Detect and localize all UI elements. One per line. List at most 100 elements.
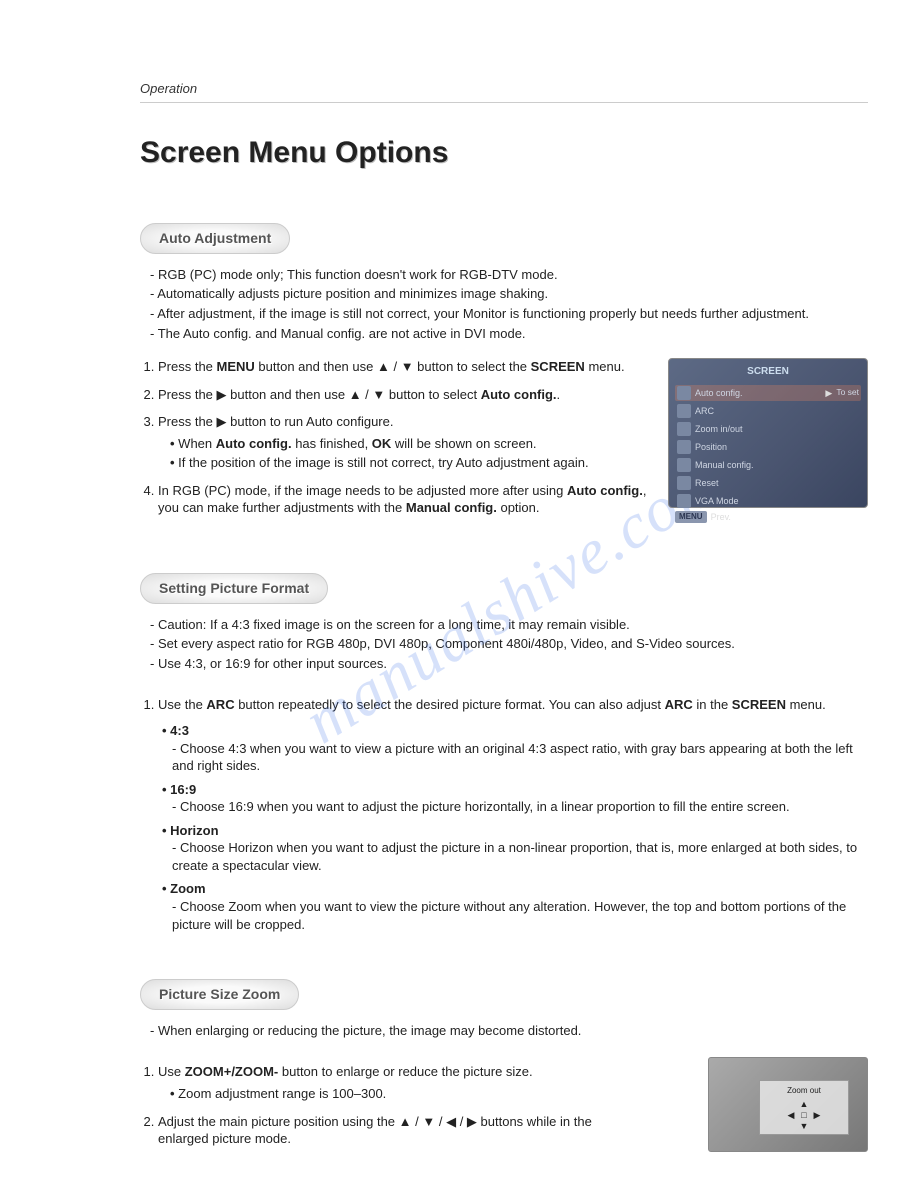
text: When — [178, 436, 216, 451]
text: button to run Auto configure. — [227, 414, 394, 429]
osd-menu-right: To set — [836, 387, 859, 398]
menu-item-icon — [677, 404, 691, 418]
right-icon: ▶ — [217, 387, 227, 402]
osd-menu-item: ARC — [675, 403, 861, 419]
text: Use the — [158, 697, 206, 712]
option-heading: Zoom — [162, 880, 868, 898]
menu-item-icon — [677, 458, 691, 472]
zoom-screenshot: Zoom out ▲ ◀□▶ ▼ — [708, 1057, 868, 1152]
osd-menu-label: ARC — [695, 405, 859, 417]
list-item: Use the ARC button repeatedly to select … — [158, 696, 868, 933]
text: in the — [693, 697, 732, 712]
right-icon: ▶ — [217, 414, 227, 429]
menu-item-icon — [677, 494, 691, 508]
list-item: The Auto config. and Manual config. are … — [150, 325, 868, 343]
list-item: In RGB (PC) mode, if the image needs to … — [158, 482, 650, 517]
section-picture-size-zoom: Picture Size Zoom When enlarging or redu… — [140, 979, 868, 1148]
zoom-overlay: Zoom out ▲ ◀□▶ ▼ — [759, 1080, 849, 1135]
text: button repeatedly to select the desired … — [235, 697, 665, 712]
list-item: Automatically adjusts picture position a… — [150, 285, 868, 303]
option-desc: Choose Horizon when you want to adjust t… — [162, 839, 868, 874]
text: Press the — [158, 414, 217, 429]
list-item: When Auto config. has finished, OK will … — [170, 435, 650, 453]
text: SCREEN — [531, 359, 585, 374]
osd-menu-item: Manual config. — [675, 457, 861, 473]
text: button to enlarge or reduce the picture … — [278, 1064, 532, 1079]
osd-menu-label: VGA Mode — [695, 495, 859, 507]
text: Auto config. — [216, 436, 292, 451]
fmt-steps: Use the ARC button repeatedly to select … — [140, 696, 868, 933]
text: . — [557, 387, 561, 402]
section-heading: Auto Adjustment — [140, 223, 290, 254]
osd-menu-footer-label: Prev. — [711, 511, 731, 523]
text: ZOOM+/ZOOM- — [185, 1064, 279, 1079]
menu-item-icon — [677, 422, 691, 436]
left-icon: ◀ — [785, 1109, 797, 1119]
section-picture-format: Setting Picture Format Caution: If a 4:3… — [140, 573, 868, 933]
text: Manual config. — [406, 500, 497, 515]
section-heading: Picture Size Zoom — [140, 979, 299, 1010]
zoom-notes-list: When enlarging or reducing the picture, … — [140, 1022, 868, 1040]
down-icon: ▼ — [401, 359, 414, 374]
osd-menu-screenshot: SCREEN Auto config. ▶ To set ARC Zoom in… — [668, 358, 868, 508]
auto-steps: Press the MENU button and then use ▲ / ▼… — [140, 358, 650, 517]
text: Use — [158, 1064, 185, 1079]
sub-list: When Auto config. has finished, OK will … — [158, 435, 650, 472]
list-item: Use ZOOM+/ZOOM- button to enlarge or red… — [158, 1063, 640, 1102]
osd-menu-label: Reset — [695, 477, 859, 489]
fmt-notes-list: Caution: If a 4:3 fixed image is on the … — [140, 616, 868, 673]
osd-menu-item: Auto config. ▶ To set — [675, 385, 861, 401]
text: In RGB (PC) mode, if the image needs to … — [158, 483, 567, 498]
text: Adjust the main picture position using t… — [158, 1114, 399, 1129]
up-icon: ▲ — [377, 359, 390, 374]
list-item: Press the MENU button and then use ▲ / ▼… — [158, 358, 650, 376]
text: button and then use — [227, 387, 349, 402]
osd-menu-label: Zoom in/out — [695, 423, 859, 435]
osd-menu-item: Reset — [675, 475, 861, 491]
section-auto-adjustment: Auto Adjustment RGB (PC) mode only; This… — [140, 223, 868, 527]
option-desc: Choose 4:3 when you want to view a pictu… — [162, 740, 868, 775]
text: button to select — [385, 387, 480, 402]
option-heading: 16:9 — [162, 781, 868, 799]
text: menu. — [786, 697, 826, 712]
up-icon: ▲ — [798, 1098, 810, 1108]
text: Press the — [158, 387, 217, 402]
zoom-steps: Use ZOOM+/ZOOM- button to enlarge or red… — [140, 1063, 640, 1147]
text: Auto config. — [481, 387, 557, 402]
list-item: Set every aspect ratio for RGB 480p, DVI… — [150, 635, 868, 653]
text: button and then use — [255, 359, 377, 374]
up-icon: ▲ — [399, 1114, 412, 1129]
up-icon: ▲ — [349, 387, 362, 402]
osd-menu-item: Position — [675, 439, 861, 455]
text: Press the — [158, 359, 217, 374]
text: OK — [372, 436, 392, 451]
text: ARC — [206, 697, 234, 712]
osd-menu-footer: MENU Prev. — [675, 511, 861, 524]
sub-list: Zoom adjustment range is 100–300. — [158, 1085, 640, 1103]
list-item: Press the ▶ button and then use ▲ / ▼ bu… — [158, 386, 650, 404]
list-item: Caution: If a 4:3 fixed image is on the … — [150, 616, 868, 634]
osd-menu-footer-button: MENU — [675, 511, 707, 524]
option-heading: 4:3 — [162, 722, 868, 740]
down-icon: ▼ — [798, 1120, 810, 1130]
option-heading: Horizon — [162, 822, 868, 840]
text: MENU — [217, 359, 255, 374]
text: has finished, — [292, 436, 372, 451]
osd-menu-header: SCREEN — [675, 365, 861, 379]
text: option. — [497, 500, 540, 515]
auto-notes-list: RGB (PC) mode only; This function doesn'… — [140, 266, 868, 342]
right-icon: ▶ — [825, 387, 832, 399]
text: Auto config. — [567, 483, 643, 498]
down-icon: ▼ — [372, 387, 385, 402]
zoom-overlay-label: Zoom out — [787, 1086, 821, 1097]
menu-item-icon — [677, 440, 691, 454]
right-icon: ▶ — [811, 1109, 823, 1119]
down-icon: ▼ — [422, 1114, 435, 1129]
text: button to select the — [414, 359, 531, 374]
osd-menu-label: Manual config. — [695, 459, 859, 471]
right-icon: ▶ — [467, 1114, 477, 1129]
section-heading: Setting Picture Format — [140, 573, 328, 604]
option-desc: Choose 16:9 when you want to adjust the … — [162, 798, 868, 816]
list-item: When enlarging or reducing the picture, … — [150, 1022, 868, 1040]
osd-menu-label: Position — [695, 441, 859, 453]
